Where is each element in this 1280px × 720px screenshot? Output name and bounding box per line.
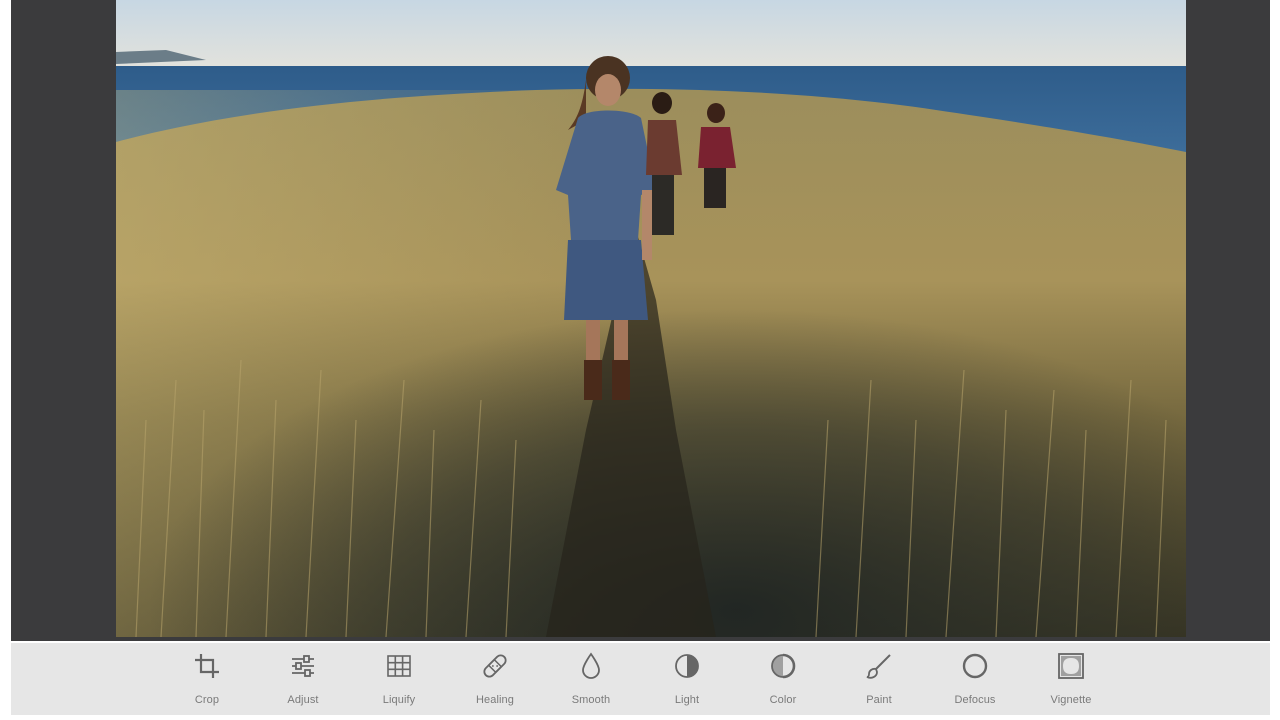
half-circle-icon [670,649,704,683]
tool-defocus[interactable]: Defocus [939,649,1011,711]
half-circle-stroke-icon [766,649,800,683]
crop-icon [190,649,224,683]
tool-adjust[interactable]: Adjust [267,649,339,711]
tool-color[interactable]: Color [747,649,819,711]
photo-editor-app: Crop Adjust Liquify Healing Smooth Light Color… [0,0,1280,720]
tool-light[interactable]: Light [651,649,723,711]
photo-canvas[interactable] [116,0,1186,637]
bandage-icon [478,649,512,683]
tool-healing[interactable]: Healing [459,649,531,711]
tool-label: Defocus [954,694,996,706]
circle-icon [958,649,992,683]
tool-label: Vignette [1050,694,1092,706]
brush-icon [862,649,896,683]
tool-vignette[interactable]: Vignette [1035,649,1107,711]
tool-label: Smooth [571,694,611,706]
tool-label: Light [674,694,700,706]
tool-label: Color [769,694,797,706]
tool-label: Crop [194,694,220,706]
tool-label: Paint [866,694,892,706]
tool-label: Liquify [382,694,416,706]
canvas-area [11,0,1270,641]
tool-crop[interactable]: Crop [171,649,243,711]
tool-label: Healing [475,694,514,706]
grid-icon [382,649,416,683]
tool-label: Adjust [287,694,319,706]
tool-liquify[interactable]: Liquify [363,649,435,711]
vignette-icon [1054,649,1088,683]
tool-smooth[interactable]: Smooth [555,649,627,711]
tool-paint[interactable]: Paint [843,649,915,711]
sliders-icon [286,649,320,683]
tool-toolbar: Crop Adjust Liquify Healing Smooth Light Color… [11,643,1270,715]
droplet-icon [574,649,608,683]
